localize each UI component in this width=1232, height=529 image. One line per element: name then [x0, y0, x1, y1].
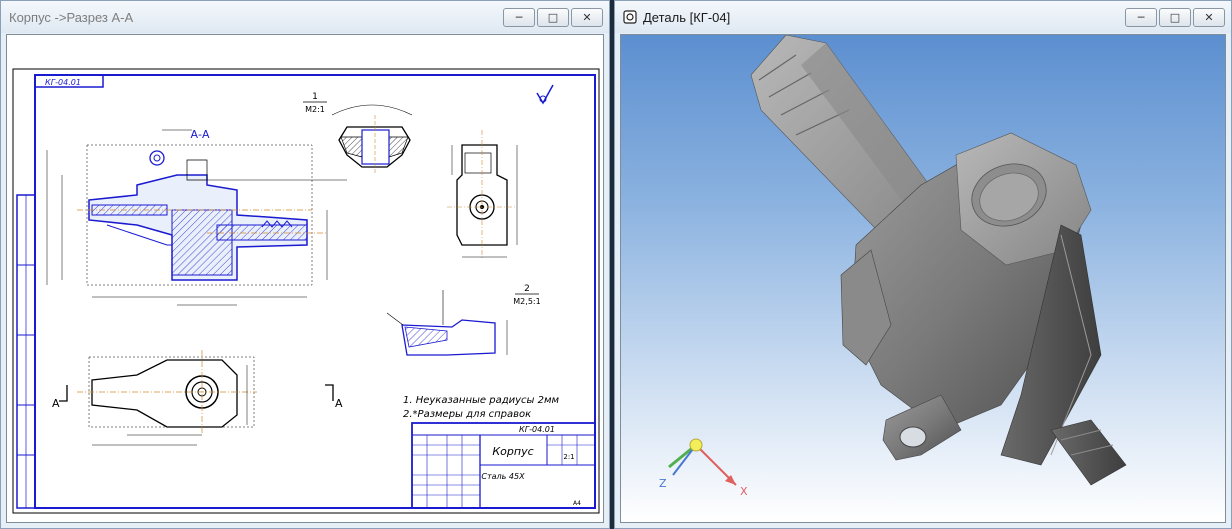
detail-2-number: 2 [524, 284, 530, 294]
part-document-icon [623, 10, 637, 24]
detail-1-scale: М2:1 [305, 105, 325, 114]
model-scene: X Z [659, 35, 1127, 498]
drawing-window-titlebar[interactable]: Корпус ->Разрез А-А ─ □ ✕ [1, 1, 609, 33]
section-aa-label: А-А [190, 128, 209, 141]
note-2: 2.*Размеры для справок [403, 409, 531, 420]
drawing-window[interactable]: Корпус ->Разрез А-А ─ □ ✕ КГ-04.01 А-А А… [0, 0, 610, 529]
drawing-canvas[interactable]: КГ-04.01 А-А А А 1 М2:1 2 М2,5:1 1. Неук… [6, 34, 604, 523]
detail-2-scale: М2,5:1 [513, 297, 540, 306]
model-viewport[interactable]: X Z [620, 34, 1226, 523]
view-arrow-right-label: А [335, 397, 343, 410]
title-block-format: А4 [573, 500, 581, 507]
title-block-scale: 2:1 [563, 453, 574, 461]
model-maximize-button[interactable]: □ [1159, 8, 1191, 27]
title-block-material: Сталь 45Х [481, 472, 525, 481]
title-block-name: Корпус [492, 445, 533, 458]
drawing-minimize-button[interactable]: ─ [503, 8, 535, 27]
drawing-close-button[interactable]: ✕ [571, 8, 603, 27]
axis-x-label: X [740, 485, 748, 498]
model-minimize-button[interactable]: ─ [1125, 8, 1157, 27]
axis-triad [668, 438, 737, 486]
model-window[interactable]: Деталь [КГ-04] ─ □ ✕ X Z [614, 0, 1232, 529]
axis-z-label: Z [659, 477, 667, 490]
axis-origin [689, 438, 703, 452]
model-window-titlebar[interactable]: Деталь [КГ-04] ─ □ ✕ [615, 1, 1231, 33]
model-window-title: Деталь [КГ-04] [643, 9, 731, 25]
top-code-text: КГ-04.01 [45, 78, 81, 87]
part-model-kg04[interactable] [750, 35, 1127, 486]
view-arrow-left-label: А [52, 397, 60, 410]
drawing-maximize-button[interactable]: □ [537, 8, 569, 27]
note-1: 1. Неуказанные радиусы 2мм [403, 395, 560, 406]
detail-1-number: 1 [312, 92, 318, 102]
title-block-code: КГ-04.01 [519, 425, 555, 434]
drawing-sheet: КГ-04.01 А-А А А 1 М2:1 2 М2,5:1 1. Неук… [12, 68, 600, 514]
model-close-button[interactable]: ✕ [1193, 8, 1225, 27]
drawing-window-title: Корпус ->Разрез А-А [9, 9, 134, 25]
